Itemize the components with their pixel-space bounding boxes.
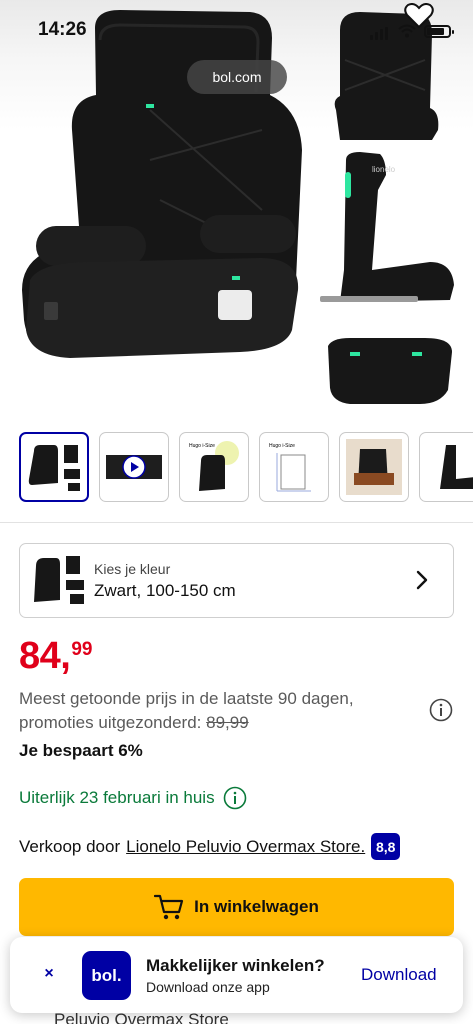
thumb-caption: Hugo i-Size xyxy=(189,443,215,449)
close-icon[interactable]: × xyxy=(40,965,58,983)
side-thumbnail-image xyxy=(440,445,473,489)
app-download-banner: × bol. Makkelijker winkelen? Download on… xyxy=(10,937,463,1013)
url-pill[interactable]: bol.com xyxy=(187,60,287,94)
price-note-text: Meest getoonde prijs in de laatste 90 da… xyxy=(19,689,354,732)
chevron-right-icon xyxy=(416,570,428,590)
reference-price: 89,99 xyxy=(206,713,249,732)
cellular-signal-icon xyxy=(370,22,390,40)
seat-thumbnail-image xyxy=(28,445,80,491)
cart-icon xyxy=(154,894,184,920)
seller-rating-badge: 8,8 xyxy=(371,833,401,860)
thumbnail-strip[interactable]: Hugo i-Size Hugo i-Size xyxy=(19,432,473,504)
add-to-cart-label: In winkelwagen xyxy=(194,897,319,916)
status-time: 14:26 xyxy=(38,19,87,40)
thumb-video[interactable] xyxy=(99,432,169,502)
price-cents: 99 xyxy=(71,639,93,660)
info-icon[interactable] xyxy=(429,698,453,722)
thumb-hugo-1[interactable]: Hugo i-Size xyxy=(179,432,249,502)
price-note: Meest getoonde prijs in de laatste 90 da… xyxy=(19,687,409,735)
delivery-info: Uiterlijk 23 februari in huis xyxy=(19,786,247,810)
wishlist-button[interactable] xyxy=(396,0,442,36)
brand-mark-text: lionelo xyxy=(372,165,396,174)
divider xyxy=(0,522,473,523)
thumb-lifestyle[interactable] xyxy=(339,432,409,502)
delivery-info-icon[interactable] xyxy=(223,786,247,810)
thumb-hugo-2[interactable]: Hugo i-Size xyxy=(259,432,329,502)
video-thumbnail-image xyxy=(106,455,162,479)
download-app-button[interactable]: Download xyxy=(361,965,437,985)
price-main: 84, xyxy=(19,635,71,677)
color-value: Zwart, 100-150 cm xyxy=(94,581,236,600)
dimensions-thumbnail-image: Hugo i-Size xyxy=(269,443,311,492)
lifestyle-thumbnail-image xyxy=(346,439,402,495)
color-selector[interactable]: Kies je kleur Zwart, 100-150 cm xyxy=(19,543,454,618)
banner-subtitle: Download onze app xyxy=(146,979,270,995)
thumb-side[interactable] xyxy=(419,432,473,502)
heart-icon xyxy=(404,3,434,29)
hugo-thumbnail-image: Hugo i-Size xyxy=(189,441,239,491)
color-thumbnail-image xyxy=(34,556,84,604)
bol-app-logo: bol. xyxy=(82,951,131,1000)
add-to-cart-button[interactable]: In winkelwagen xyxy=(19,878,454,936)
thumb-product-overview[interactable] xyxy=(19,432,89,502)
seller-link[interactable]: Lionelo Peluvio Overmax Store. xyxy=(126,837,365,857)
seller-prefix: Verkoop door xyxy=(19,836,121,856)
color-label: Kies je kleur xyxy=(94,561,171,577)
thumb-caption: Hugo i-Size xyxy=(269,443,295,449)
price: 84, 99 xyxy=(19,636,92,676)
banner-title: Makkelijker winkelen? xyxy=(146,956,325,975)
savings-text: Je bespaart 6% xyxy=(19,741,143,760)
seller-info: Verkoop door Lionelo Peluvio Overmax Sto… xyxy=(19,833,401,860)
delivery-text: Uiterlijk 23 februari in huis xyxy=(19,788,215,807)
